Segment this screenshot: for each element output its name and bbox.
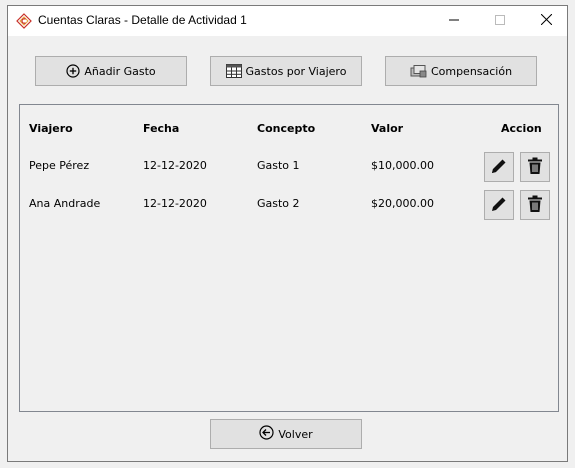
compensation-label: Compensación (430, 64, 513, 78)
delete-trash-icon (527, 195, 543, 216)
delete-button[interactable] (520, 190, 550, 220)
delete-trash-icon (527, 157, 543, 178)
add-expense-label: Añadir Gasto (84, 64, 156, 78)
expenses-by-traveler-label: Gastos por Viajero (245, 64, 347, 78)
arrow-left-circle-icon (259, 425, 274, 443)
cell-value: $20,000.00 (371, 197, 434, 210)
back-label: Volver (278, 427, 313, 441)
app-window: Cuentas Claras - Detalle de Actividad 1 (7, 5, 568, 462)
column-header-value[interactable]: Valor (371, 122, 403, 135)
compensation-button[interactable]: Compensación (385, 56, 537, 86)
close-icon (540, 13, 552, 28)
table-grid-icon (225, 64, 242, 78)
edit-button[interactable] (484, 152, 514, 182)
cell-date: 12-12-2020 (143, 197, 207, 210)
edit-pencil-icon (490, 195, 508, 216)
cell-traveler: Ana Andrade (29, 197, 101, 210)
cell-date: 12-12-2020 (143, 159, 207, 172)
expenses-by-traveler-button[interactable]: Gastos por Viajero (210, 56, 362, 86)
minimize-icon (449, 15, 459, 28)
close-button[interactable] (523, 6, 569, 36)
table-row[interactable]: Pepe Pérez 12-12-2020 Gasto 1 $10,000.00 (20, 149, 558, 183)
maximize-button[interactable] (477, 6, 523, 36)
back-button[interactable]: Volver (210, 419, 362, 449)
expenses-table: Viajero Fecha Concepto Valor Accion Pepe… (19, 104, 559, 412)
cell-concept: Gasto 2 (257, 197, 300, 210)
column-header-date[interactable]: Fecha (143, 122, 179, 135)
table-row[interactable]: Ana Andrade 12-12-2020 Gasto 2 $20,000.0… (20, 187, 558, 221)
cell-concept: Gasto 1 (257, 159, 300, 172)
delete-button[interactable] (520, 152, 550, 182)
minimize-button[interactable] (431, 6, 477, 36)
edit-button[interactable] (484, 190, 514, 220)
cell-value: $10,000.00 (371, 159, 434, 172)
column-header-traveler[interactable]: Viajero (29, 122, 73, 135)
edit-pencil-icon (490, 157, 508, 178)
title-bar[interactable]: Cuentas Claras - Detalle de Actividad 1 (8, 6, 567, 36)
column-header-concept[interactable]: Concepto (257, 122, 315, 135)
column-header-action[interactable]: Accion (501, 122, 542, 135)
diamond-logo-icon (16, 13, 32, 29)
money-cards-icon (410, 64, 427, 78)
plus-circle-icon (66, 64, 80, 78)
cell-traveler: Pepe Pérez (29, 159, 90, 172)
window-title: Cuentas Claras - Detalle de Actividad 1 (38, 13, 247, 27)
maximize-icon (495, 14, 505, 28)
add-expense-button[interactable]: Añadir Gasto (35, 56, 187, 86)
